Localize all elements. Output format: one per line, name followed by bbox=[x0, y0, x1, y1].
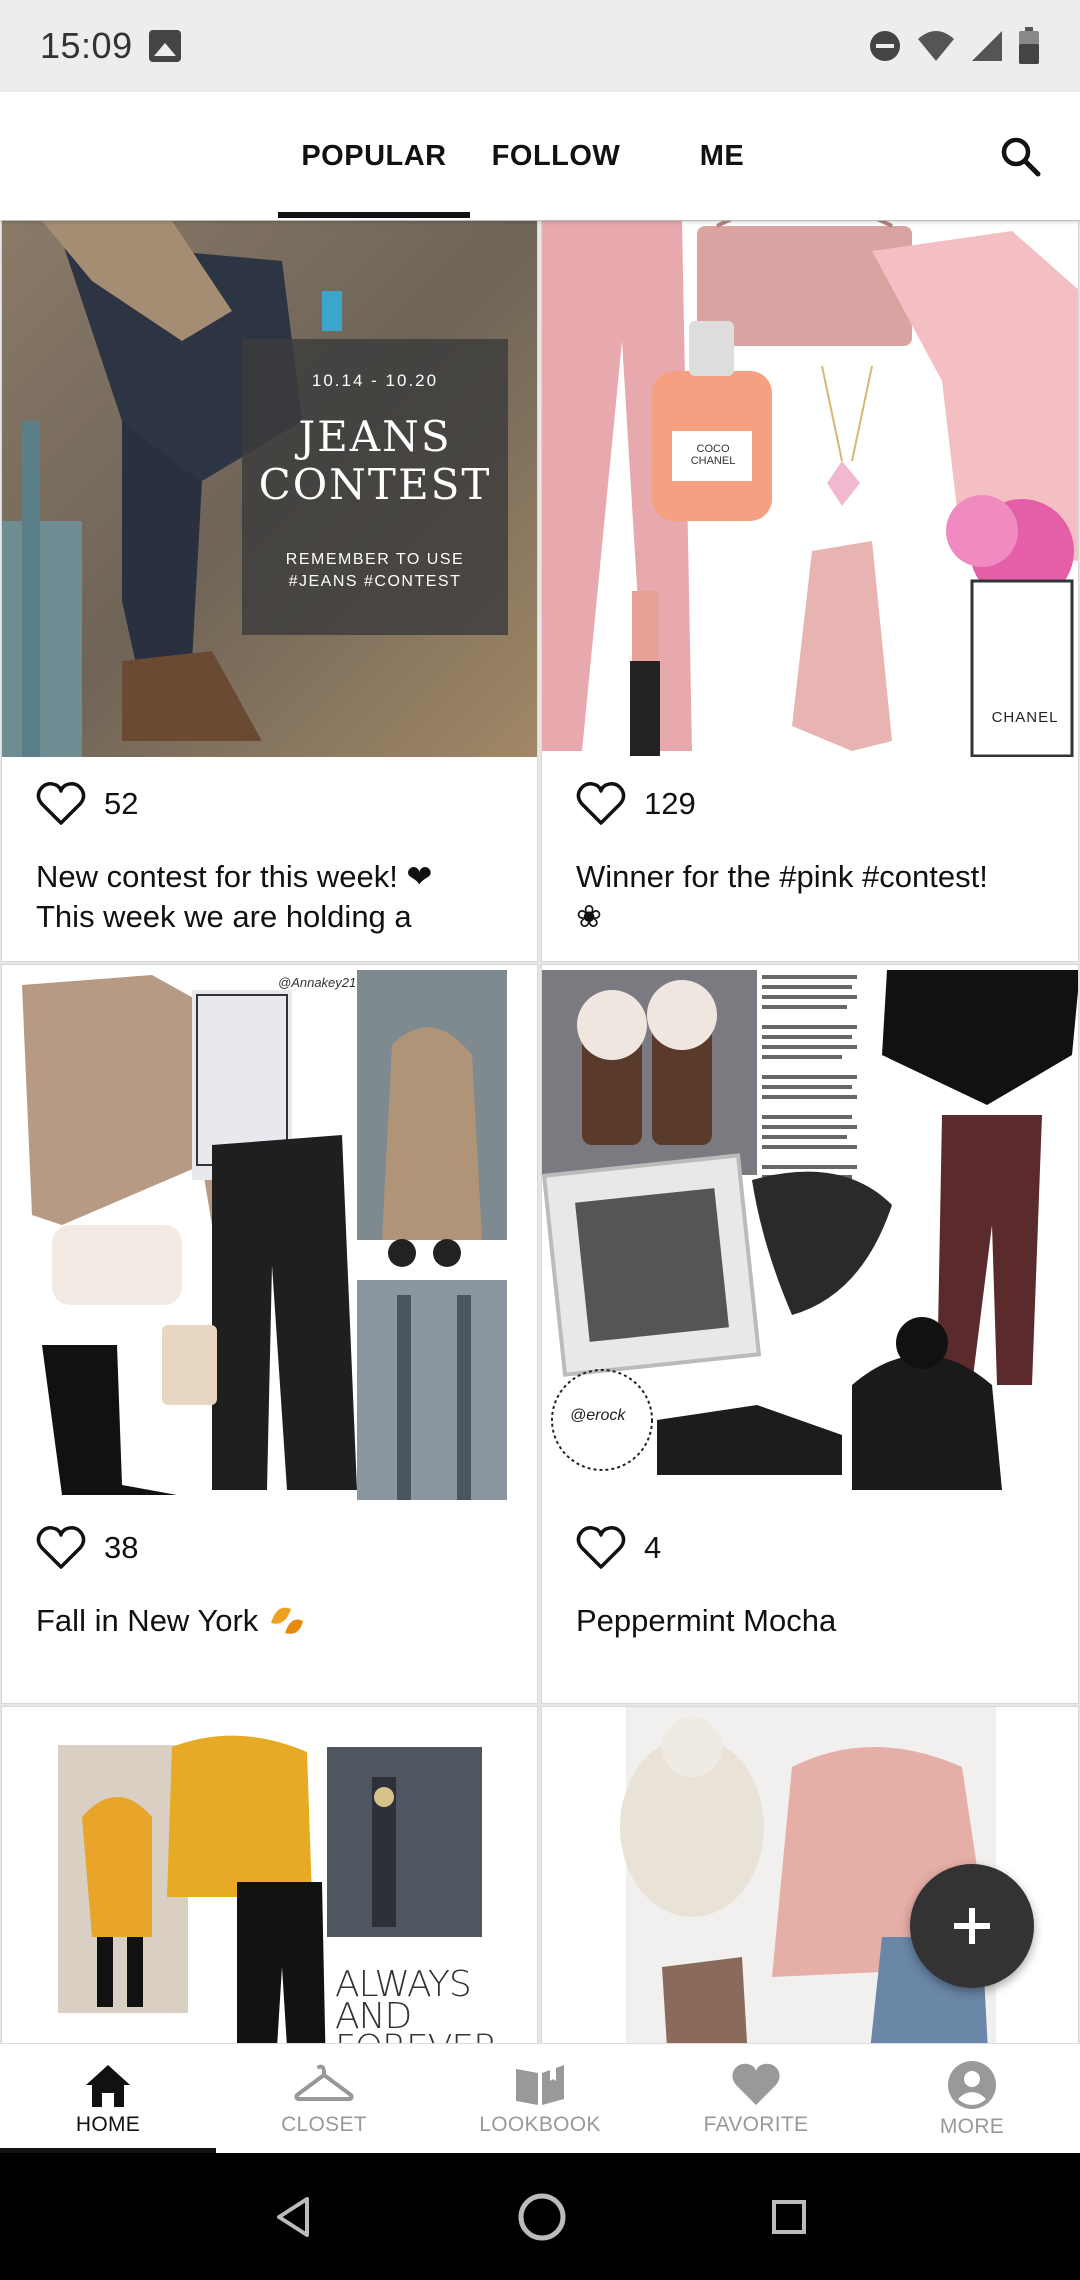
nav-label: MORE bbox=[939, 2114, 1005, 2138]
always-forever-text: ALWAYS AND FOREVER bbox=[335, 1964, 498, 2044]
post-card[interactable]: ALWAYS AND FOREVER bbox=[1, 1706, 538, 2043]
nav-home[interactable]: HOME bbox=[0, 2044, 216, 2153]
post-image[interactable]: COCO CHANEL CHANEL bbox=[542, 221, 1078, 757]
like-heart-icon[interactable] bbox=[36, 1525, 86, 1571]
add-post-button[interactable] bbox=[910, 1864, 1034, 1988]
contest-title: JEANS CONTEST bbox=[258, 412, 492, 509]
nav-more[interactable]: MORE bbox=[864, 2044, 1080, 2153]
nav-label: HOME bbox=[75, 2112, 141, 2136]
book-icon bbox=[516, 2064, 564, 2105]
tab-follow[interactable]: FOLLOW bbox=[478, 92, 634, 220]
do-not-disturb-icon bbox=[870, 31, 900, 61]
like-count: 38 bbox=[104, 1530, 139, 1565]
status-time: 15:09 bbox=[40, 25, 133, 66]
watermark: @Annakey21 bbox=[278, 975, 357, 990]
nav-label: CLOSET bbox=[281, 2112, 367, 2136]
nav-favorite[interactable]: FAVORITE bbox=[648, 2044, 864, 2153]
recents-icon[interactable] bbox=[769, 2197, 809, 2237]
post-caption: Peppermint Mocha bbox=[576, 1603, 837, 1638]
like-count: 4 bbox=[644, 1530, 662, 1565]
post-caption: New contest for this week! ❤ This week w… bbox=[36, 859, 433, 934]
active-tab-indicator bbox=[278, 212, 470, 218]
wifi-icon bbox=[918, 31, 954, 61]
nav-closet[interactable]: CLOSET bbox=[216, 2044, 432, 2153]
perfume-label: COCO bbox=[696, 443, 730, 455]
stamp-text: @erock bbox=[570, 1407, 626, 1424]
system-nav-bar bbox=[0, 2153, 1080, 2280]
heart-icon bbox=[732, 2063, 780, 2105]
post-card[interactable]: COCO CHANEL CHANEL 129 Winner for the #p… bbox=[541, 220, 1079, 962]
battery-icon bbox=[1019, 27, 1039, 64]
pink-collage bbox=[542, 221, 1078, 757]
post-image[interactable]: 10.14 - 10.20 JEANS CONTEST REMEMBER TO … bbox=[2, 221, 537, 757]
image-notification-icon bbox=[148, 30, 181, 62]
hanger-icon bbox=[294, 2064, 354, 2101]
fall-collage bbox=[2, 965, 537, 1501]
search-button[interactable] bbox=[984, 120, 1056, 192]
nav-label: LOOKBOOK bbox=[479, 2112, 601, 2136]
home-button-icon[interactable] bbox=[516, 2191, 568, 2243]
post-card[interactable]: @erock 4 Peppermint Mocha bbox=[541, 964, 1079, 1704]
post-card[interactable]: 10.14 - 10.20 JEANS CONTEST REMEMBER TO … bbox=[1, 220, 538, 962]
like-heart-icon[interactable] bbox=[576, 781, 626, 827]
profile-icon bbox=[948, 2060, 996, 2109]
post-image[interactable]: ALWAYS AND FOREVER bbox=[2, 1707, 537, 2043]
chanel-label: CHANEL bbox=[991, 709, 1059, 726]
like-count: 129 bbox=[644, 786, 696, 821]
post-image[interactable]: @erock bbox=[542, 965, 1078, 1501]
contest-dates: 10.14 - 10.20 bbox=[311, 371, 439, 390]
post-caption: Fall in New York bbox=[36, 1603, 267, 1638]
status-bar: 15:09 bbox=[0, 0, 1080, 92]
search-icon bbox=[1001, 137, 1041, 177]
tab-popular[interactable]: POPULAR bbox=[278, 92, 470, 220]
nav-lookbook[interactable]: LOOKBOOK bbox=[432, 2044, 648, 2153]
post-feed[interactable]: 10.14 - 10.20 JEANS CONTEST REMEMBER TO … bbox=[0, 220, 1080, 2043]
top-tab-bar: POPULAR FOLLOW ME bbox=[0, 92, 1080, 220]
post-image[interactable]: @Annakey21 bbox=[2, 965, 537, 1501]
back-icon[interactable] bbox=[271, 2195, 315, 2239]
contest-overlay: 10.14 - 10.20 JEANS CONTEST REMEMBER TO … bbox=[242, 339, 508, 635]
home-icon bbox=[86, 2064, 130, 2107]
like-heart-icon[interactable] bbox=[36, 781, 86, 827]
plus-icon bbox=[954, 1908, 990, 1944]
like-heart-icon[interactable] bbox=[576, 1525, 626, 1571]
bottom-nav: HOME CLOSET LOOKBOOK FAVORITE MORE bbox=[0, 2043, 1080, 2153]
post-card[interactable]: @Annakey21 38 Fall in New York bbox=[1, 964, 538, 1704]
post-caption: Winner for the #pink #contest! ❀ bbox=[576, 859, 988, 934]
like-count: 52 bbox=[104, 786, 139, 821]
nav-label: FAVORITE bbox=[703, 2112, 809, 2136]
cell-signal-icon bbox=[972, 31, 1002, 61]
contest-note: REMEMBER TO USE #JEANS #CONTEST bbox=[285, 551, 465, 590]
tab-me[interactable]: ME bbox=[660, 92, 784, 220]
leaves-emoji-icon bbox=[270, 1607, 303, 1634]
